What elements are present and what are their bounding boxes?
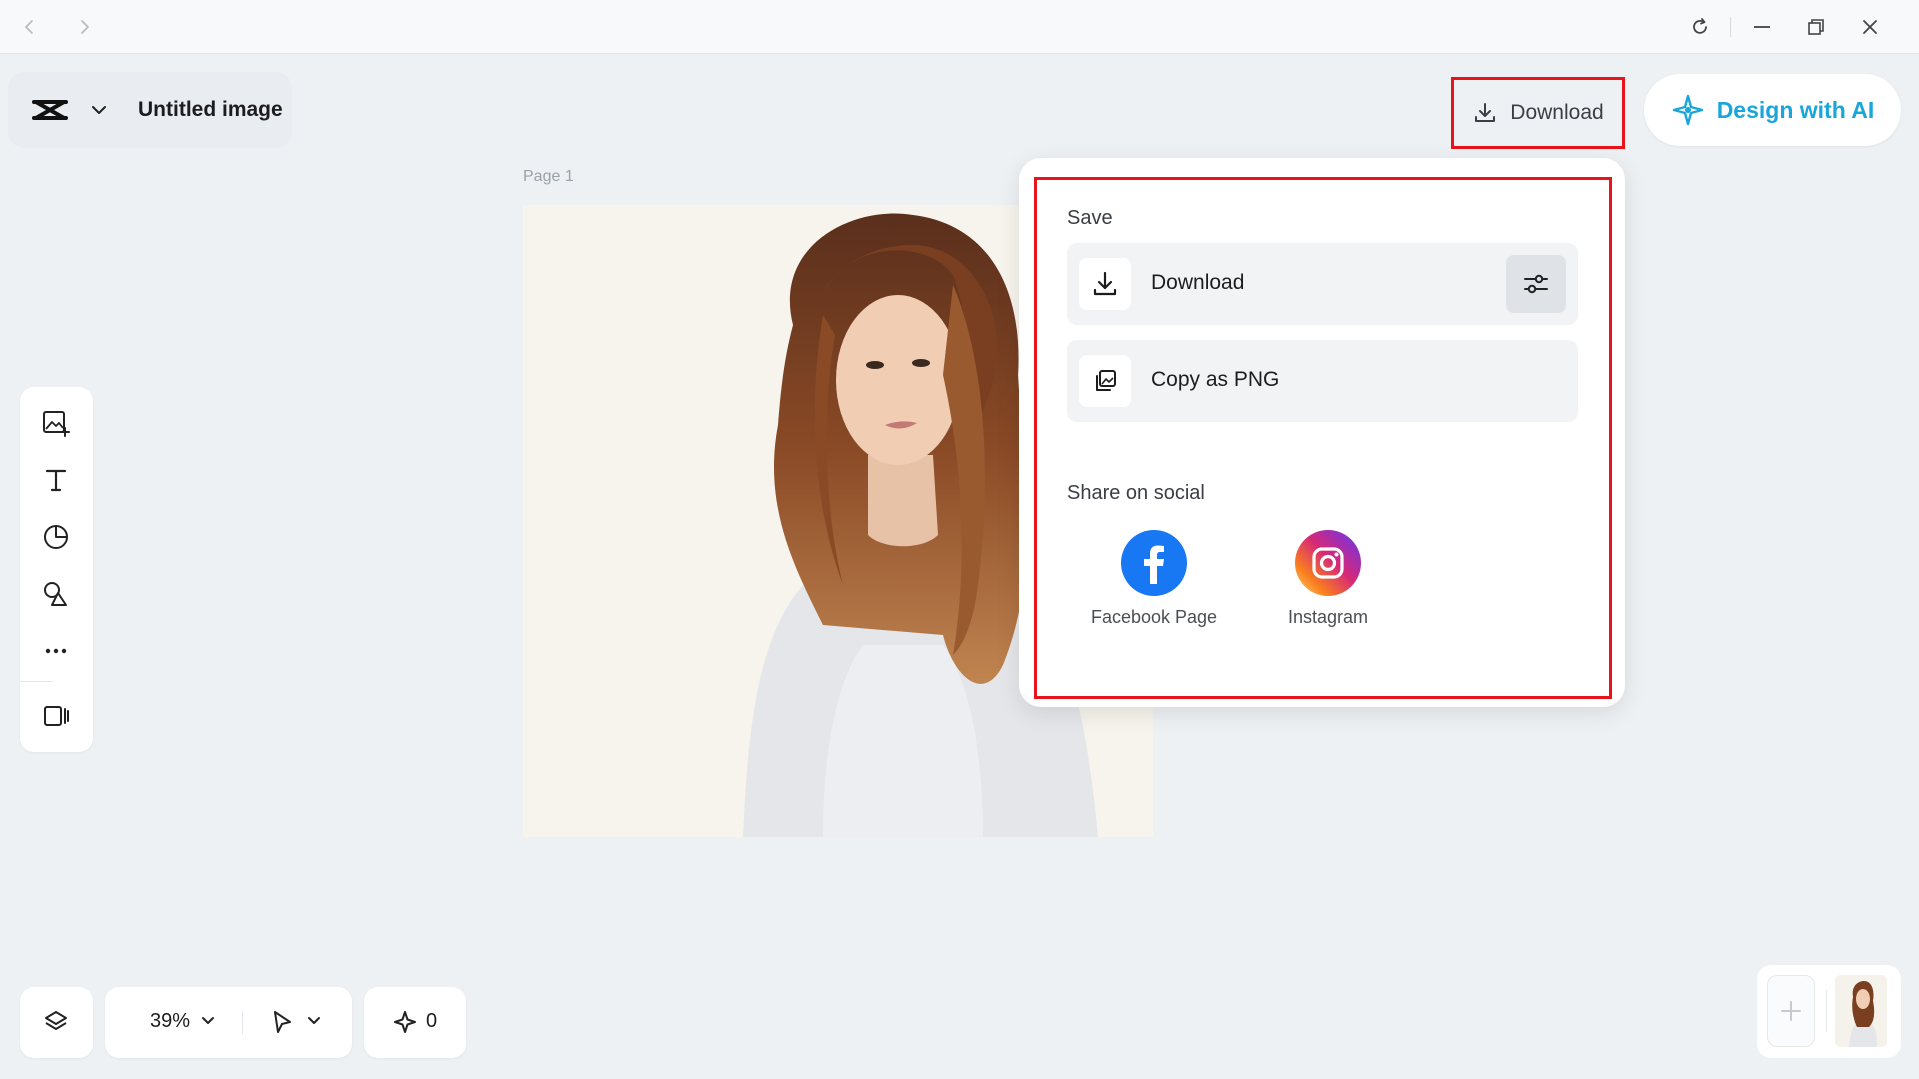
close-icon[interactable]	[1856, 13, 1884, 41]
chevron-down-icon[interactable]	[88, 99, 110, 121]
minimize-icon[interactable]	[1748, 13, 1776, 41]
sticker-icon[interactable]	[38, 519, 74, 555]
download-option-label: Download	[1151, 271, 1245, 294]
design-with-ai-button[interactable]: Design with AI	[1644, 74, 1901, 146]
panel-toggle-icon[interactable]	[38, 698, 74, 734]
restore-icon[interactable]	[1802, 13, 1830, 41]
instagram-label: Instagram	[1287, 607, 1369, 627]
save-section-title: Save	[1067, 207, 1113, 229]
copy-as-png-option[interactable]: Copy as PNG	[1067, 340, 1578, 422]
toolbar-separator	[20, 681, 53, 682]
page-label: Page 1	[523, 168, 574, 185]
refresh-icon[interactable]	[1686, 13, 1714, 41]
bottom-separator	[242, 1010, 243, 1034]
download-option[interactable]: Download	[1067, 243, 1578, 325]
capcut-logo-icon[interactable]	[30, 94, 70, 126]
instagram-share-button[interactable]: Instagram	[1258, 530, 1398, 628]
document-title[interactable]: Untitled image	[138, 98, 283, 122]
instagram-icon	[1295, 530, 1361, 596]
ai-sparkle-icon	[1672, 94, 1703, 126]
share-section-title: Share on social	[1067, 482, 1205, 504]
copy-image-icon	[1079, 355, 1131, 407]
add-page-button[interactable]	[1767, 975, 1815, 1047]
window-titlebar	[0, 0, 1919, 54]
shapes-icon[interactable]	[38, 576, 74, 612]
pointer-chevron-down-icon[interactable]	[304, 1011, 324, 1036]
download-button-label: Download	[1510, 101, 1604, 124]
forward-icon[interactable]	[70, 13, 98, 41]
zoom-level[interactable]: 39%	[150, 1010, 190, 1033]
design-with-ai-label: Design with AI	[1716, 96, 1875, 123]
download-button[interactable]: Download	[1451, 77, 1625, 149]
pointer-icon[interactable]	[268, 1008, 296, 1041]
document-menu[interactable]: Untitled image	[8, 72, 292, 148]
back-icon[interactable]	[16, 13, 44, 41]
zoom-chevron-down-icon[interactable]	[198, 1011, 218, 1036]
sparkle-icon	[392, 1009, 418, 1040]
page-thumbnail[interactable]	[1835, 975, 1887, 1047]
facebook-label: Facebook Page	[1090, 607, 1218, 627]
credits-count: 0	[426, 1010, 438, 1032]
more-icon[interactable]	[38, 633, 74, 669]
facebook-share-button[interactable]: Facebook Page	[1084, 530, 1224, 628]
titlebar-separator	[1730, 17, 1731, 37]
download-option-icon	[1079, 258, 1131, 310]
facebook-icon	[1121, 530, 1187, 596]
copy-as-png-label: Copy as PNG	[1151, 368, 1280, 391]
thumbnail-separator	[1826, 990, 1827, 1032]
plus-icon	[1781, 1001, 1801, 1021]
text-icon[interactable]	[38, 462, 74, 498]
download-icon	[1475, 103, 1496, 122]
download-settings-button[interactable]	[1506, 255, 1566, 313]
layers-icon[interactable]	[38, 1004, 74, 1040]
add-image-icon[interactable]	[38, 405, 74, 441]
sliders-icon	[1524, 274, 1548, 294]
